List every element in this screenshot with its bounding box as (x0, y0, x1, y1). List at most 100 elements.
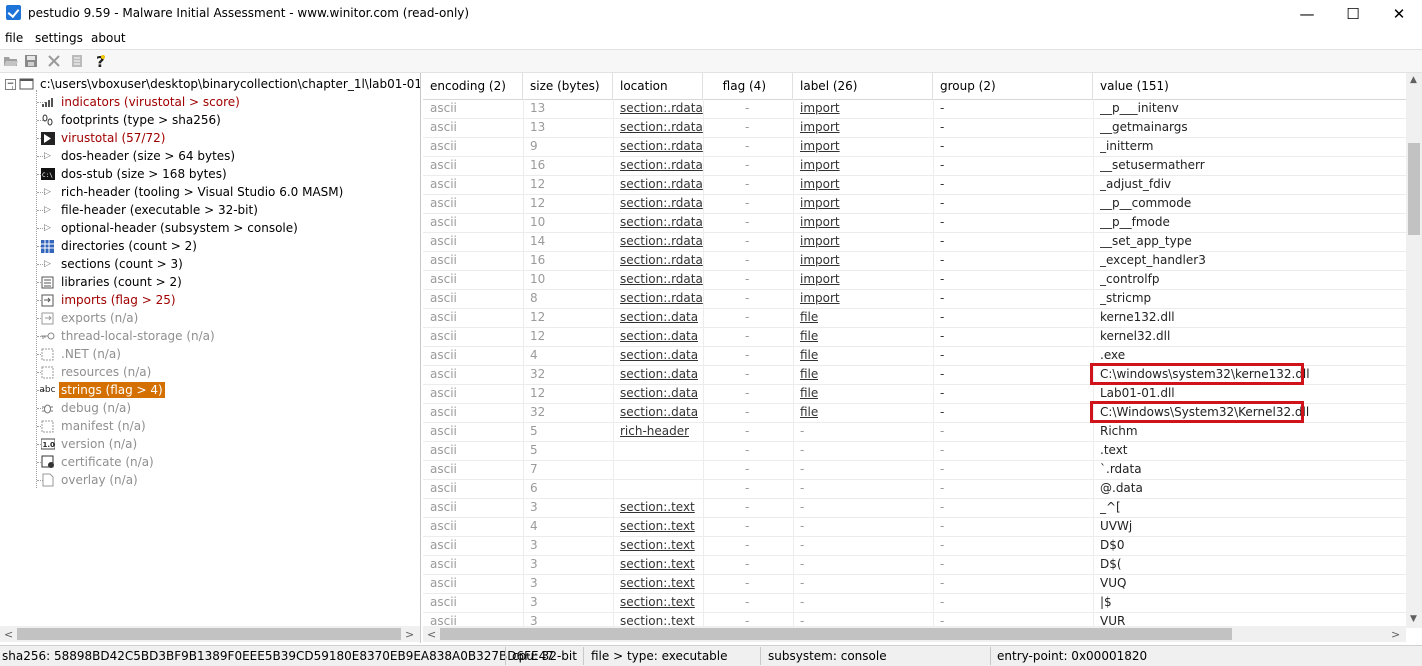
scroll-up-icon[interactable]: ▲ (1410, 75, 1417, 85)
table-row[interactable]: ascii 9 section:.rdata - import - _initterm (423, 137, 1406, 157)
save-icon[interactable] (23, 53, 39, 69)
table-row[interactable]: ascii 3 section:.text - - - |$ (423, 593, 1406, 613)
cell-location[interactable]: section:.rdata (620, 99, 703, 118)
table-row[interactable]: ascii 10 section:.rdata - import - __p__fmode (423, 213, 1406, 233)
cell-location[interactable]: section:.rdata (620, 289, 703, 308)
menu-file[interactable]: file (5, 31, 23, 45)
table-row[interactable]: ascii 3 section:.text - - - D$0 (423, 536, 1406, 556)
table-row[interactable]: ascii 16 section:.rdata - import - _except_han… (423, 251, 1406, 271)
cell-location[interactable]: section:.text (620, 574, 695, 593)
tree-item[interactable]: 1.0 version (n/a) (40, 435, 139, 453)
cell-label[interactable]: import (800, 118, 840, 137)
tree-item[interactable]: libraries (count > 2) (40, 273, 184, 291)
tree-item[interactable]: abc strings (flag > 4) (39, 381, 165, 399)
tree-item[interactable]: C:\ dos-stub (size > 168 bytes) (40, 165, 229, 183)
cell-location[interactable]: section:.rdata (620, 194, 703, 213)
table-row[interactable]: ascii 14 section:.rdata - import - __set_app_t… (423, 232, 1406, 252)
table-row[interactable]: ascii 6 - - - @.data (423, 479, 1406, 499)
cell-label[interactable]: file (800, 365, 818, 384)
tree-item[interactable]: imports (flag > 25) (40, 291, 178, 309)
scroll-thumb[interactable] (440, 628, 1232, 640)
tree-item[interactable]: ▷ rich-header (tooling > Visual Studio 6.… (40, 183, 345, 201)
document-icon[interactable] (69, 53, 85, 69)
cell-label[interactable]: file (800, 308, 818, 327)
scroll-right-icon[interactable]: > (1391, 628, 1400, 641)
table-row[interactable]: ascii 7 - - - `.rdata (423, 460, 1406, 480)
tree-item[interactable]: resources (n/a) (40, 363, 153, 381)
menu-settings[interactable]: settings (35, 31, 83, 45)
header-label[interactable]: label (26) (793, 73, 933, 99)
header-encoding[interactable]: encoding (2) (423, 73, 523, 99)
minimize-icon[interactable]: — (1284, 0, 1330, 27)
tree-horizontal-scrollbar[interactable]: < > (0, 626, 420, 642)
cell-label[interactable]: import (800, 270, 840, 289)
cell-label[interactable]: file (800, 384, 818, 403)
cell-location[interactable]: section:.data (620, 308, 698, 327)
table-row[interactable]: ascii 13 section:.rdata - import - __p___inite… (423, 99, 1406, 119)
table-row[interactable]: ascii 12 section:.data - file - kerne132.dll (423, 308, 1406, 328)
tree-item[interactable]: certificate (n/a) (40, 453, 156, 471)
tree-item[interactable]: ▷ sections (count > 3) (40, 255, 185, 273)
tree-item[interactable]: ▷ optional-header (subsystem > console) (40, 219, 300, 237)
cell-location[interactable]: section:.rdata (620, 156, 703, 175)
scroll-left-icon[interactable]: < (4, 628, 13, 641)
tree-item[interactable]: directories (count > 2) (40, 237, 199, 255)
cell-label[interactable]: import (800, 99, 840, 118)
help-icon[interactable]: ? (93, 53, 109, 69)
cell-location[interactable]: section:.rdata (620, 232, 703, 251)
cell-location[interactable]: rich-header (620, 422, 689, 441)
table-row[interactable]: ascii 12 section:.rdata - import - _adjust_fdi… (423, 175, 1406, 195)
scroll-left-icon[interactable]: < (427, 628, 436, 641)
cut-icon[interactable] (46, 53, 62, 69)
header-flag[interactable]: flag (4) (703, 73, 793, 99)
cell-label[interactable]: file (800, 327, 818, 346)
table-row[interactable]: ascii 3 section:.text - - - VUQ (423, 574, 1406, 594)
cell-location[interactable]: section:.data (620, 403, 698, 422)
cell-label[interactable]: file (800, 346, 818, 365)
cell-location[interactable]: section:.rdata (620, 213, 703, 232)
tree-item[interactable]: overlay (n/a) (40, 471, 140, 489)
table-row[interactable]: ascii 12 section:.data - file - kernel32.dll (423, 327, 1406, 347)
cell-label[interactable]: file (800, 403, 818, 422)
table-row[interactable]: ascii 10 section:.rdata - import - _controlfp (423, 270, 1406, 290)
table-row[interactable]: ascii 3 section:.text - - - D$( (423, 555, 1406, 575)
table-row[interactable]: ascii 13 section:.rdata - import - __getmainar… (423, 118, 1406, 138)
table-row[interactable]: ascii 5 rich-header - - - Richm (423, 422, 1406, 442)
table-row[interactable]: ascii 8 section:.rdata - import - _stricmp (423, 289, 1406, 309)
cell-location[interactable]: section:.text (620, 498, 695, 517)
vertical-scrollbar[interactable]: ▲ ▼ (1406, 73, 1422, 628)
cell-location[interactable]: section:.rdata (620, 118, 703, 137)
scroll-thumb[interactable] (1408, 143, 1420, 235)
cell-label[interactable]: import (800, 251, 840, 270)
tree-item[interactable]: thread-local-storage (n/a) (40, 327, 217, 345)
tree-item[interactable]: .NET (n/a) (40, 345, 123, 363)
close-icon[interactable]: ✕ (1376, 0, 1422, 27)
cell-location[interactable]: section:.rdata (620, 270, 703, 289)
cell-location[interactable]: section:.data (620, 327, 698, 346)
cell-location[interactable]: section:.data (620, 384, 698, 403)
open-folder-icon[interactable] (3, 53, 19, 69)
cell-location[interactable]: section:.data (620, 365, 698, 384)
scroll-right-icon[interactable]: > (405, 628, 414, 641)
tree-item[interactable]: indicators (virustotal > score) (40, 93, 242, 111)
maximize-icon[interactable]: ☐ (1330, 0, 1376, 27)
cell-label[interactable]: import (800, 156, 840, 175)
cell-label[interactable]: import (800, 289, 840, 308)
header-group[interactable]: group (2) (933, 73, 1093, 99)
cell-location[interactable]: section:.text (620, 593, 695, 612)
tree-item[interactable]: exports (n/a) (40, 309, 140, 327)
table-row[interactable]: ascii 12 section:.rdata - import - __p__commod… (423, 194, 1406, 214)
scroll-down-icon[interactable]: ▼ (1410, 614, 1417, 624)
collapse-icon[interactable]: − (5, 78, 16, 90)
cell-label[interactable]: import (800, 232, 840, 251)
cell-location[interactable]: section:.rdata (620, 137, 703, 156)
tree-item[interactable]: ▷ dos-header (size > 64 bytes) (40, 147, 237, 165)
cell-location[interactable]: section:.text (620, 536, 695, 555)
tree-item[interactable]: footprints (type > sha256) (40, 111, 223, 129)
cell-location[interactable]: section:.text (620, 555, 695, 574)
header-location[interactable]: location (613, 73, 703, 99)
table-row[interactable]: ascii 3 section:.text - - - _^[ (423, 498, 1406, 518)
table-row[interactable]: ascii 5 - - - .text (423, 441, 1406, 461)
cell-location[interactable]: section:.text (620, 517, 695, 536)
menu-about[interactable]: about (91, 31, 126, 45)
